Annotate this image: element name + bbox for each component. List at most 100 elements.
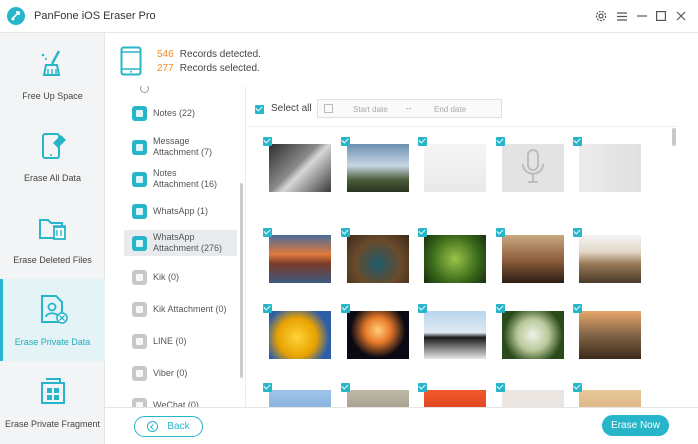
- sidebar-item-label: Erase Deleted Files: [13, 255, 92, 265]
- date-range-filter[interactable]: Start date -- End date: [317, 99, 502, 118]
- microphone-icon: [522, 149, 544, 183]
- penguins-photo: [424, 311, 486, 359]
- photo-checkbox[interactable]: [573, 137, 582, 146]
- private-file-icon: [37, 293, 69, 325]
- photo-checkbox[interactable]: [573, 383, 582, 392]
- photo-checkbox[interactable]: [573, 228, 582, 237]
- start-date-input[interactable]: Start date: [353, 105, 388, 114]
- photo-item[interactable]: [573, 228, 641, 283]
- photo-item[interactable]: [496, 228, 564, 283]
- photo-item[interactable]: [573, 137, 641, 192]
- photo-item[interactable]: [263, 304, 331, 359]
- photo-item[interactable]: [263, 383, 331, 407]
- category-item[interactable]: WhatsApp Attachment (276): [124, 230, 237, 256]
- records-selected-label: Records selected.: [179, 63, 260, 74]
- category-item[interactable]: Kik Attachment (0): [124, 296, 237, 322]
- jellyfish-photo: [347, 311, 409, 359]
- photo-item[interactable]: [573, 383, 641, 407]
- photo-item[interactable]: [418, 383, 486, 407]
- category-scrollbar[interactable]: [240, 183, 243, 378]
- photo-checkbox[interactable]: [496, 304, 505, 313]
- photo-checkbox[interactable]: [418, 304, 427, 313]
- photo-checkbox[interactable]: [341, 304, 350, 313]
- back-button[interactable]: Back: [134, 416, 203, 437]
- photo-checkbox[interactable]: [496, 137, 505, 146]
- records-detected-label: Records detected.: [179, 49, 261, 60]
- photo-checkbox[interactable]: [496, 383, 505, 392]
- category-list: Notes (22) Message Attachment (7) Notes At…: [118, 86, 246, 407]
- photo-item[interactable]: [418, 304, 486, 359]
- notes-attachment-icon: [131, 171, 148, 188]
- back-button-label: Back: [167, 421, 190, 432]
- photo-item[interactable]: [418, 137, 486, 192]
- photo-toolbar: Select all Start date -- End date: [247, 96, 677, 122]
- sidebar-item-free-up-space[interactable]: Free Up Space: [0, 33, 105, 115]
- back-arrow-icon: [147, 421, 159, 432]
- line-icon: [131, 333, 148, 350]
- category-item[interactable]: Kik (0): [124, 264, 237, 290]
- sidebar: Free Up Space Erase All Data Erase Delet…: [0, 33, 105, 444]
- photo-checkbox[interactable]: [341, 228, 350, 237]
- photo-checkbox[interactable]: [263, 137, 272, 146]
- sidebar-item-erase-all-data[interactable]: Erase All Data: [0, 115, 105, 197]
- photo-checkbox[interactable]: [263, 304, 272, 313]
- photo-checkbox[interactable]: [418, 383, 427, 392]
- photo-item[interactable]: [263, 228, 331, 283]
- category-item[interactable]: Viber (0): [124, 360, 237, 386]
- category-item[interactable]: WeChat (0): [124, 392, 237, 407]
- photo-checkbox[interactable]: [341, 137, 350, 146]
- photo-checkbox[interactable]: [418, 137, 427, 146]
- category-item[interactable]: WhatsApp (1): [124, 198, 237, 224]
- photo-checkbox[interactable]: [263, 228, 272, 237]
- sidebar-item-label: Free Up Space: [22, 91, 83, 101]
- category-item[interactable]: Notes Attachment (16): [124, 166, 237, 192]
- minimize-icon[interactable]: [635, 9, 649, 23]
- category-item[interactable]: Notes (22): [124, 100, 237, 126]
- category-item[interactable]: LINE (0): [124, 328, 237, 354]
- blurred-document-photo: [424, 144, 486, 192]
- app-title: PanFone iOS Eraser Pro: [34, 10, 156, 22]
- photo-item[interactable]: [341, 304, 409, 359]
- records-detected-count: 546: [157, 49, 174, 60]
- sidebar-item-erase-private-data[interactable]: Erase Private Data: [0, 279, 105, 361]
- photo-item[interactable]: [341, 383, 409, 407]
- yellow-flowers-photo: [269, 311, 331, 359]
- sidebar-item-label: Erase All Data: [23, 173, 82, 183]
- maximize-icon[interactable]: [654, 9, 668, 23]
- photo-grid-scrollbar[interactable]: [672, 128, 676, 146]
- category-label: WhatsApp Attachment (276): [153, 232, 223, 253]
- photo-checkbox[interactable]: [496, 228, 505, 237]
- settings-gear-icon[interactable]: [594, 9, 608, 23]
- photo-item[interactable]: [418, 228, 486, 283]
- menu-icon[interactable]: [615, 9, 629, 23]
- photo-item[interactable]: [496, 383, 564, 407]
- photo-item[interactable]: [573, 304, 641, 359]
- photo-checkbox[interactable]: [573, 304, 582, 313]
- select-all-checkbox[interactable]: [255, 105, 264, 114]
- records-selected: 277 Records selected.: [157, 63, 260, 74]
- select-all-label: Select all: [271, 103, 312, 114]
- sidebar-item-erase-private-fragment[interactable]: Erase Private Fragment: [0, 361, 105, 443]
- photo-item[interactable]: [496, 137, 564, 192]
- title-bar: PanFone iOS Eraser Pro: [0, 0, 698, 33]
- photo-checkbox[interactable]: [263, 383, 272, 392]
- photo-checkbox[interactable]: [418, 228, 427, 237]
- photo-item[interactable]: [496, 304, 564, 359]
- erase-now-label: Erase Now: [611, 420, 660, 431]
- photo-item[interactable]: [341, 228, 409, 283]
- erase-now-button[interactable]: Erase Now: [602, 415, 669, 436]
- photo-item[interactable]: [341, 137, 409, 192]
- sidebar-item-label: Erase Private Data: [14, 337, 91, 347]
- category-label: Notes (22): [153, 107, 196, 118]
- close-icon[interactable]: [674, 9, 688, 23]
- sidebar-item-erase-deleted-files[interactable]: Erase Deleted Files: [0, 197, 105, 279]
- message-attachment-icon: [131, 139, 148, 156]
- photo-checkbox[interactable]: [341, 383, 350, 392]
- end-date-input[interactable]: End date: [434, 105, 466, 114]
- category-label: WhatsApp (1): [153, 205, 209, 216]
- blurred-light-photo: [579, 144, 641, 192]
- category-item[interactable]: Message Attachment (7): [124, 134, 237, 160]
- photo-item[interactable]: [263, 137, 331, 192]
- phone-eraser-icon: [37, 129, 69, 161]
- sidebar-item-label: Erase Private Fragment: [4, 419, 101, 429]
